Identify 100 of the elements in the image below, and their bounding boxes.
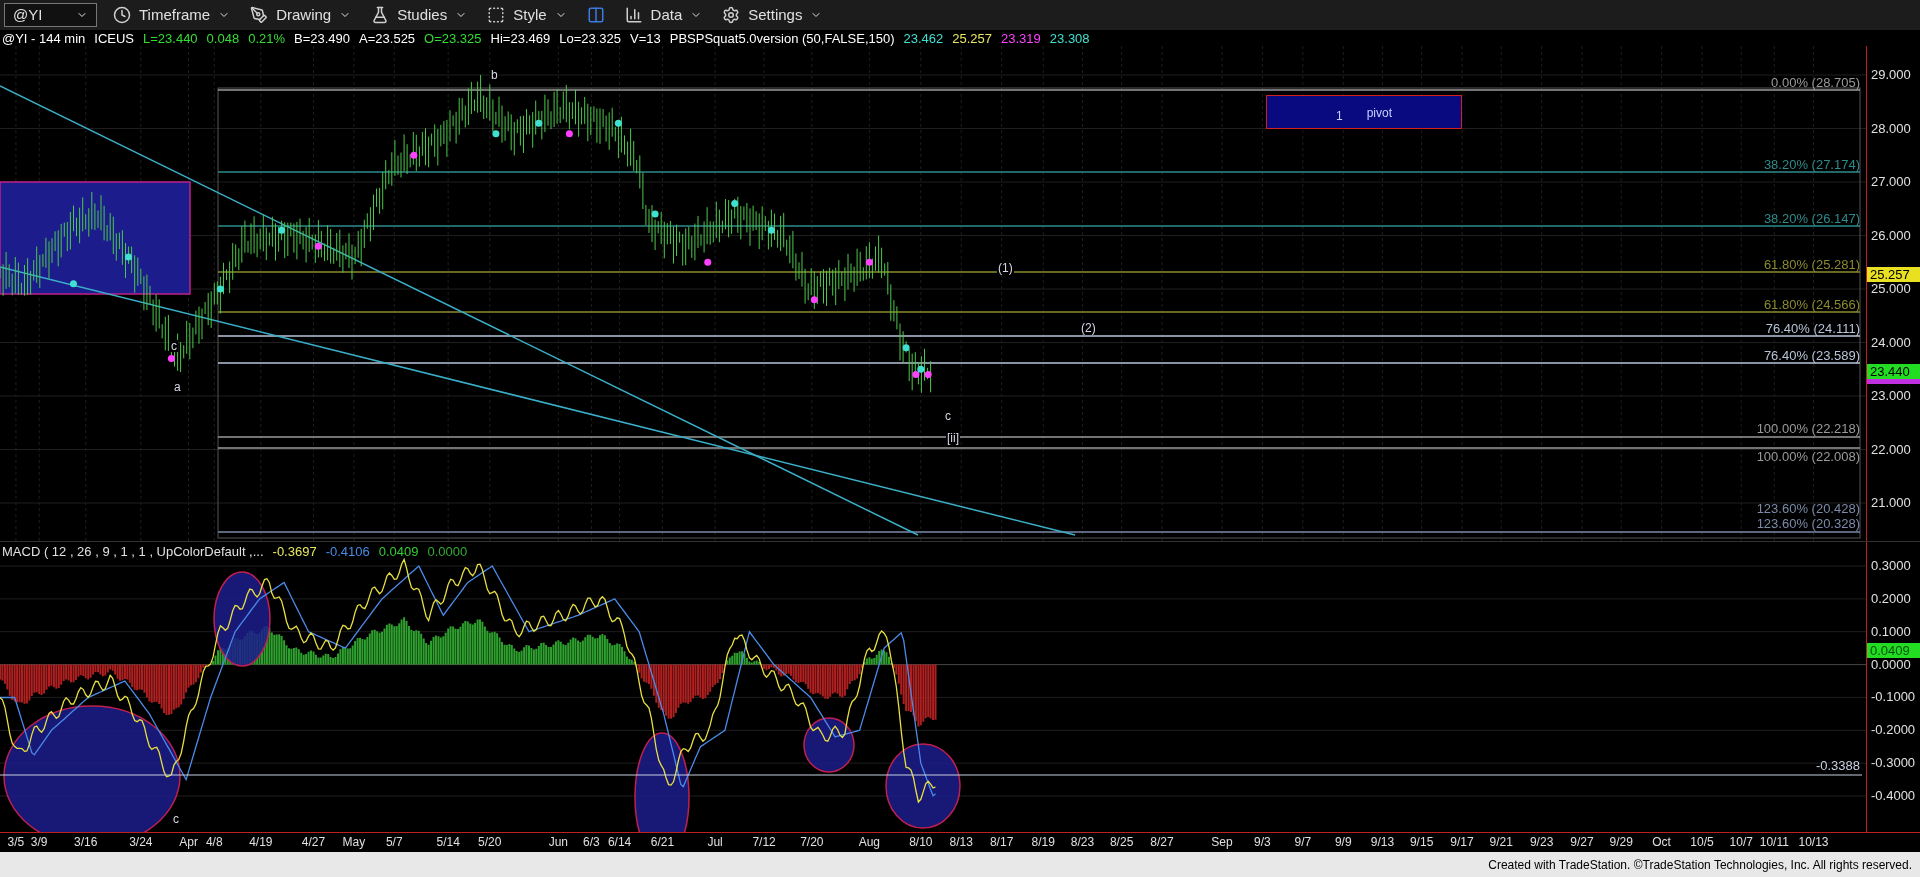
date-label: 4/27 xyxy=(301,836,326,848)
axis-label: 0.0000 xyxy=(1871,657,1911,671)
settings-icon xyxy=(722,6,741,24)
fib-label: 61.80% (25.281) xyxy=(1763,258,1860,271)
toolbar-button[interactable]: Settings xyxy=(718,2,827,28)
axis-label: 0.3000 xyxy=(1871,559,1911,572)
legend-value: V=13 xyxy=(630,31,661,45)
fib-label: 123.60% (20.428) xyxy=(1756,502,1860,515)
date-label: 3/9 xyxy=(30,836,48,848)
date-label: 9/7 xyxy=(1294,836,1312,848)
toolbar-button[interactable]: Style xyxy=(483,2,571,28)
axis-label: 0.1000 xyxy=(1871,624,1911,638)
level-label: -0.3388 xyxy=(1815,759,1860,772)
date-label: 9/13 xyxy=(1370,836,1395,848)
date-label: Jun xyxy=(548,836,569,848)
axis-label: 27.000 xyxy=(1871,175,1911,188)
wave-label: a xyxy=(173,381,182,393)
drawing-icon xyxy=(250,6,269,24)
date-label: 7/20 xyxy=(800,836,824,848)
value-tag: 0.0409 xyxy=(1867,643,1920,658)
date-label: 9/29 xyxy=(1609,836,1633,848)
legend-value: @YI - 144 min xyxy=(2,31,86,45)
axis-label: 25.000 xyxy=(1871,282,1911,295)
date-label: 7/12 xyxy=(752,836,776,848)
axis-label: 26.000 xyxy=(1871,228,1911,242)
wave-label: [ii] xyxy=(946,432,960,444)
legend-value: 23.319 xyxy=(1001,31,1041,45)
date-label: 10/11 xyxy=(1759,836,1789,848)
wave-label: c xyxy=(944,410,952,422)
axis-label: 23.000 xyxy=(1871,389,1911,402)
legend-value: 23.308 xyxy=(1049,31,1090,45)
price-tag: 23.440 xyxy=(1867,364,1920,379)
axis-label: -0.3000 xyxy=(1871,756,1916,770)
footer-text: Created with TradeStation. ©TradeStation Technologies, Inc. All rights reserved. xyxy=(1488,856,1912,874)
date-label: 4/19 xyxy=(249,836,273,848)
macd-value: 0.0000 xyxy=(427,545,468,558)
toolbar-button[interactable]: Data xyxy=(620,2,707,28)
date-label: Sep xyxy=(1211,836,1233,848)
toolbar-button[interactable]: Timeframe xyxy=(109,2,235,28)
legend-value: 0.21% xyxy=(248,31,286,45)
price-tag: 25.257 xyxy=(1867,267,1920,282)
axis-label: 29.000 xyxy=(1871,68,1911,81)
date-label: 3/16 xyxy=(74,836,98,848)
legend-value: 23.462 xyxy=(903,31,944,45)
pivot-number: 1 xyxy=(1335,108,1343,125)
legend-value: B=23.490 xyxy=(294,31,351,45)
fib-label: 61.80% (24.566) xyxy=(1763,298,1860,311)
axis-label: 24.000 xyxy=(1871,335,1911,349)
date-label: 3/24 xyxy=(129,836,153,848)
date-label: 6/3 xyxy=(583,836,600,848)
fib-label: 0.00% (28.705) xyxy=(1771,76,1860,89)
date-label: 9/17 xyxy=(1450,836,1474,848)
date-label: 5/20 xyxy=(478,836,502,848)
axis-label: 22.000 xyxy=(1871,442,1911,456)
macd-value: -0.3697 xyxy=(272,545,317,558)
date-label: 5/7 xyxy=(385,836,403,848)
date-label: 9/15 xyxy=(1409,836,1434,848)
wave-label: c xyxy=(173,813,179,825)
wave-label: (2) xyxy=(1080,322,1097,334)
fib-label: 76.40% (23.589) xyxy=(1763,349,1860,362)
date-label: 9/9 xyxy=(1334,836,1352,848)
toolbar-button[interactable]: Studies xyxy=(367,2,472,28)
date-label: 6/21 xyxy=(650,836,675,848)
axis-label: -0.1000 xyxy=(1871,690,1916,704)
legend-value: L=23.440 xyxy=(143,31,198,45)
date-label: 8/17 xyxy=(989,836,1014,848)
axis-label: -0.4000 xyxy=(1871,789,1916,802)
date-label: 10/7 xyxy=(1729,836,1753,848)
date-label: 3/5 xyxy=(7,836,25,848)
legend-value: 25.257 xyxy=(952,31,993,45)
wave-label: b xyxy=(490,69,499,81)
date-label: 9/21 xyxy=(1489,836,1513,848)
legend-value: 0.048 xyxy=(206,31,240,45)
date-label: Oct xyxy=(1652,836,1671,848)
axis-label: 0.2000 xyxy=(1871,591,1911,605)
date-label: 4/8 xyxy=(205,836,223,848)
axis-label: 21.000 xyxy=(1871,496,1911,509)
symbol-dropdown[interactable]: @YI xyxy=(4,3,97,27)
wave-label: c xyxy=(170,340,178,352)
macd-value: -0.4106 xyxy=(325,545,370,558)
date-label: 10/5 xyxy=(1690,836,1714,848)
fib-label: 38.20% (26.147) xyxy=(1763,212,1860,225)
fib-label: 38.20% (27.174) xyxy=(1763,158,1860,171)
data-icon xyxy=(624,6,643,24)
date-label: 9/27 xyxy=(1570,836,1594,848)
date-label: 6/14 xyxy=(607,836,632,848)
legend-value: O=23.325 xyxy=(424,31,482,45)
date-label: 8/23 xyxy=(1070,836,1095,848)
date-label: 9/3 xyxy=(1254,836,1271,848)
fib-label: 100.00% (22.218) xyxy=(1756,422,1860,435)
date-label: 8/25 xyxy=(1109,836,1134,848)
toolbar-button[interactable]: Drawing xyxy=(246,2,356,28)
date-label: 9/23 xyxy=(1529,836,1554,848)
legend-value: ICEUS xyxy=(94,31,134,45)
fib-label: 100.00% (22.008) xyxy=(1756,450,1860,463)
date-label: Jul xyxy=(707,836,723,848)
axis-label: -0.2000 xyxy=(1871,723,1916,737)
studies-icon xyxy=(371,6,390,24)
date-label: 8/27 xyxy=(1150,836,1174,848)
date-label: Aug xyxy=(858,836,881,848)
